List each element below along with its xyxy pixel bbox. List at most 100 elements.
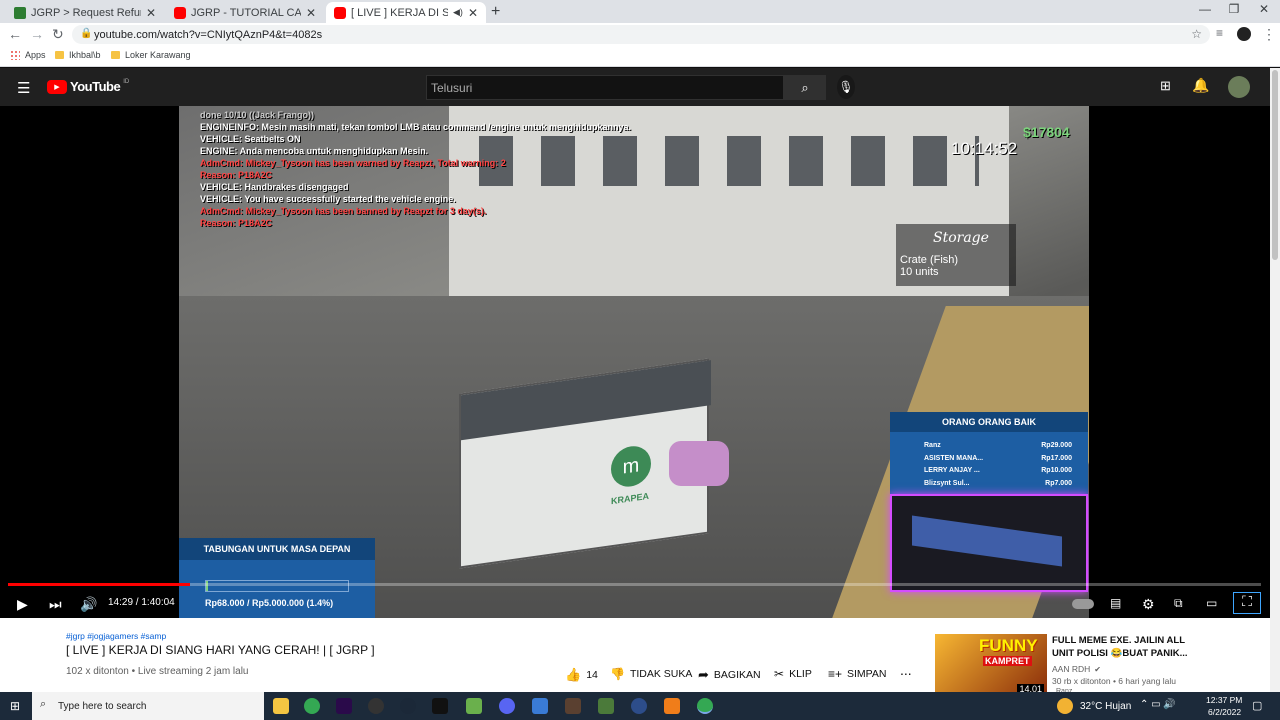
- nvidia-icon[interactable]: [598, 698, 614, 714]
- app-icon-3[interactable]: [631, 698, 647, 714]
- recommendation-title-line2[interactable]: UNIT POLISI 😂BUAT PANIK...: [1052, 648, 1188, 659]
- hashtags[interactable]: #jgrp #jogjagamers #samp: [66, 631, 166, 641]
- chrome-menu-icon[interactable]: ⋮: [1262, 26, 1276, 43]
- discord-icon[interactable]: [499, 698, 515, 714]
- tab-tutorial[interactable]: JGRP - TUTORIAL CARA MEMBUA ✕: [166, 2, 324, 23]
- close-tab-icon[interactable]: ✕: [146, 6, 156, 20]
- url-text: youtube.com/watch?v=CNIytQAznP4&t=4082s: [94, 28, 323, 41]
- bookmark-star-icon[interactable]: ☆: [1191, 27, 1202, 41]
- tab-title: [ LIVE ] KERJA DI SIANG HAR: [351, 6, 449, 19]
- view-count: 102 x ditonton • Live streaming 2 jam la…: [66, 666, 249, 677]
- app-icon[interactable]: [368, 698, 384, 714]
- verified-check-icon: ✔: [1094, 664, 1101, 674]
- microphone-icon[interactable]: 🎙: [837, 75, 855, 99]
- forward-arrow-icon[interactable]: →: [30, 26, 44, 42]
- restore-button[interactable]: ❐: [1219, 2, 1249, 16]
- chat-line: Reason: P18A2C: [200, 218, 273, 228]
- thumbnail-text-funny: FUNNY: [979, 636, 1038, 655]
- close-tab-icon[interactable]: ✕: [468, 6, 478, 20]
- bookmark-apps[interactable]: Apps: [10, 50, 46, 60]
- truck-brand-text: KRAPEA: [611, 490, 650, 507]
- scrollbar-thumb[interactable]: [1272, 70, 1278, 260]
- fullscreen-icon[interactable]: ⛶: [1233, 592, 1261, 614]
- create-video-icon[interactable]: ⊞: [1160, 78, 1171, 94]
- after-effects-icon[interactable]: [336, 698, 352, 714]
- search-icon: ⌕: [40, 698, 47, 710]
- windows-start-icon[interactable]: ⊞: [10, 699, 20, 713]
- miniplayer-icon[interactable]: ⧉: [1174, 596, 1183, 611]
- volume-icon[interactable]: 🔊: [80, 596, 97, 613]
- close-tab-icon[interactable]: ✕: [306, 6, 316, 20]
- chrome-icon[interactable]: [304, 698, 320, 714]
- dislike-button[interactable]: 👎 TIDAK SUKA: [610, 667, 692, 681]
- storage-panel: Storage Crate (Fish) 10 units: [896, 224, 1016, 286]
- taskbar-time[interactable]: 12:37 PM: [1206, 695, 1242, 705]
- user-avatar[interactable]: [1228, 76, 1250, 98]
- minecraft-icon[interactable]: [466, 698, 482, 714]
- minimize-button[interactable]: —: [1190, 2, 1220, 16]
- chat-line: VEHICLE: Seatbelts ON: [200, 134, 301, 144]
- video-frame[interactable]: m KRAPEA done 10/10 ((Jack Frango)) ENGI…: [179, 106, 1089, 618]
- chat-line: ENGINEINFO: Mesin masih mati, tekan tomb…: [200, 122, 632, 132]
- recommendation-thumbnail[interactable]: FUNNY KAMPRET 14.01: [935, 634, 1047, 694]
- tab-request-refund[interactable]: JGRP > Request Refund - Jogjag ✕: [6, 2, 164, 23]
- bookmark-loker-karawang[interactable]: Loker Karawang: [111, 50, 191, 60]
- file-explorer-icon[interactable]: [273, 698, 289, 714]
- settings-gear-icon[interactable]: ⚙: [1142, 596, 1155, 613]
- chrome-active-icon[interactable]: [697, 698, 713, 714]
- clip-button[interactable]: ✂ KLIP: [774, 667, 812, 681]
- weather-text[interactable]: 32°C Hujan: [1080, 701, 1131, 712]
- youtube-masthead: ☰ ▶ YouTube ID Telusuri ⌕ 🎙 ⊞ 🔔: [0, 68, 1270, 106]
- bookmark-ikhbal[interactable]: Ikhbal\b: [55, 50, 101, 60]
- taskbar-search-input[interactable]: ⌕ Type here to search: [32, 692, 264, 720]
- address-bar[interactable]: 🔒 youtube.com/watch?v=CNIytQAznP4&t=4082…: [72, 25, 1210, 44]
- search-icon: ⌕: [801, 79, 809, 95]
- video-progress-bar[interactable]: [8, 583, 1261, 586]
- chat-line: ENGINE: Anda mencoba untuk menghidupkan …: [200, 146, 429, 156]
- autoplay-toggle[interactable]: [1072, 599, 1094, 609]
- hamburger-menu-icon[interactable]: ☰: [17, 79, 30, 97]
- taskbar-date[interactable]: 6/2/2022: [1208, 707, 1241, 717]
- audio-playing-icon[interactable]: ◀): [453, 7, 463, 18]
- subtitles-icon[interactable]: ▤: [1110, 596, 1121, 610]
- app-icon-4[interactable]: [664, 698, 680, 714]
- youtube-logo[interactable]: ▶ YouTube ID: [47, 79, 129, 94]
- back-arrow-icon[interactable]: ←: [8, 26, 22, 42]
- more-actions-button[interactable]: ...: [900, 662, 912, 678]
- epic-games-icon[interactable]: [432, 698, 448, 714]
- like-button[interactable]: 👍 14: [565, 667, 598, 683]
- money-counter: $17804: [1023, 124, 1070, 140]
- donor-row: LERRY ANJAY ... Rp10.000: [924, 467, 1072, 474]
- next-icon[interactable]: ⏭: [49, 596, 62, 613]
- profile-avatar[interactable]: [1237, 27, 1251, 41]
- savings-text: Rp68.000 / Rp5.000.000 (1.4%): [205, 598, 334, 608]
- system-tray-icons[interactable]: ⌃ ▭ 🔊: [1140, 699, 1176, 710]
- play-icon[interactable]: ▶: [17, 596, 28, 613]
- theater-mode-icon[interactable]: ▭: [1206, 596, 1217, 610]
- steam-icon[interactable]: [400, 698, 416, 714]
- folder-icon: [55, 51, 64, 59]
- video-title: [ LIVE ] KERJA DI SIANG HARI YANG CERAH!…: [66, 643, 375, 657]
- reload-icon[interactable]: ↻: [52, 26, 64, 43]
- game-icon[interactable]: [565, 698, 581, 714]
- browser-tab-strip: JGRP > Request Refund - Jogjag ✕ JGRP - …: [0, 0, 1280, 23]
- new-tab-button[interactable]: +: [491, 3, 500, 21]
- youtube-favicon-icon: [174, 6, 186, 19]
- notification-center-icon[interactable]: ▢: [1252, 699, 1262, 712]
- notifications-bell-icon[interactable]: 🔔: [1192, 77, 1209, 94]
- close-window-button[interactable]: ✕: [1249, 2, 1279, 16]
- chat-line: AdmCmd: Mickey_Tysoon has been warned by…: [200, 158, 506, 168]
- share-button[interactable]: ➦ BAGIKAN: [698, 667, 761, 683]
- reading-list-icon[interactable]: ≡: [1216, 26, 1223, 40]
- video-player[interactable]: m KRAPEA done 10/10 ((Jack Frango)) ENGI…: [0, 106, 1270, 618]
- recommendation-channel[interactable]: AAN RDH ✔: [1052, 664, 1101, 674]
- jgrp-favicon-icon: [14, 6, 26, 19]
- windows-taskbar: ⊞ ⌕ Type here to search 32°C Hujan ⌃ ▭ 🔊…: [0, 692, 1280, 720]
- tab-live-stream[interactable]: [ LIVE ] KERJA DI SIANG HAR ◀) ✕: [326, 2, 486, 23]
- app-icon-2[interactable]: [532, 698, 548, 714]
- search-button[interactable]: ⌕: [784, 75, 826, 100]
- page-scrollbar[interactable]: [1270, 68, 1280, 692]
- search-input[interactable]: Telusuri: [426, 75, 784, 100]
- recommendation-title-line1[interactable]: FULL MEME EXE. JAILIN ALL: [1052, 635, 1185, 646]
- save-button[interactable]: ≡+ SIMPAN: [828, 667, 887, 681]
